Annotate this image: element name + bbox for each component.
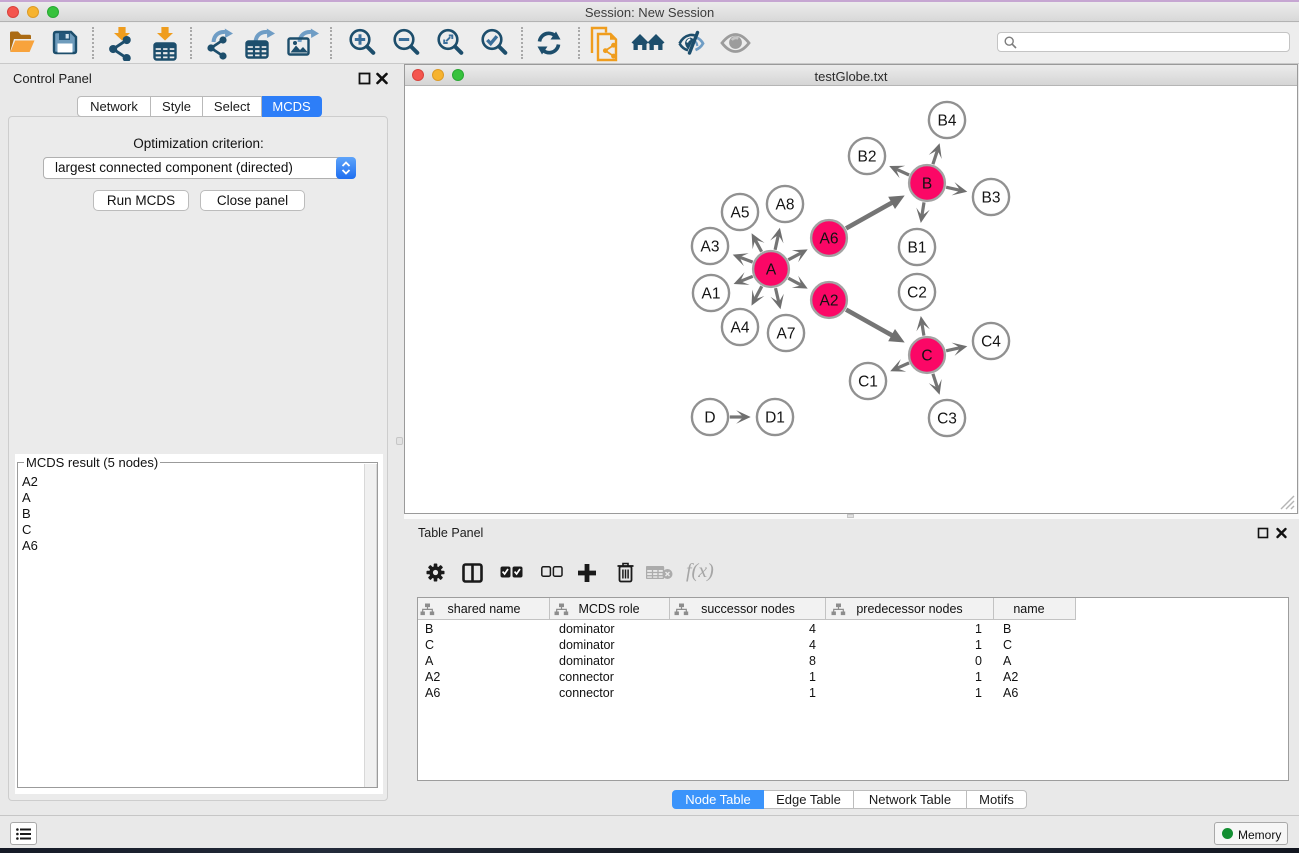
svg-text:A6: A6 [820,231,839,248]
svg-text:B2: B2 [858,149,877,166]
svg-text:C1: C1 [858,374,878,391]
svg-text:A8: A8 [776,197,795,214]
svg-text:A2: A2 [820,293,839,310]
svg-text:D: D [704,410,715,427]
svg-text:A: A [766,262,777,279]
svg-text:B4: B4 [938,113,957,130]
svg-text:B1: B1 [908,240,927,257]
svg-text:C4: C4 [981,334,1001,351]
svg-text:A4: A4 [731,320,750,337]
svg-text:B: B [922,176,932,193]
svg-text:C2: C2 [907,285,927,302]
svg-text:D1: D1 [765,410,785,427]
svg-text:A5: A5 [731,205,750,222]
svg-text:A1: A1 [702,286,721,303]
svg-text:B3: B3 [982,190,1001,207]
svg-text:C3: C3 [937,411,957,428]
svg-text:A7: A7 [777,326,796,343]
svg-text:A3: A3 [701,239,720,256]
svg-text:C: C [921,348,932,365]
